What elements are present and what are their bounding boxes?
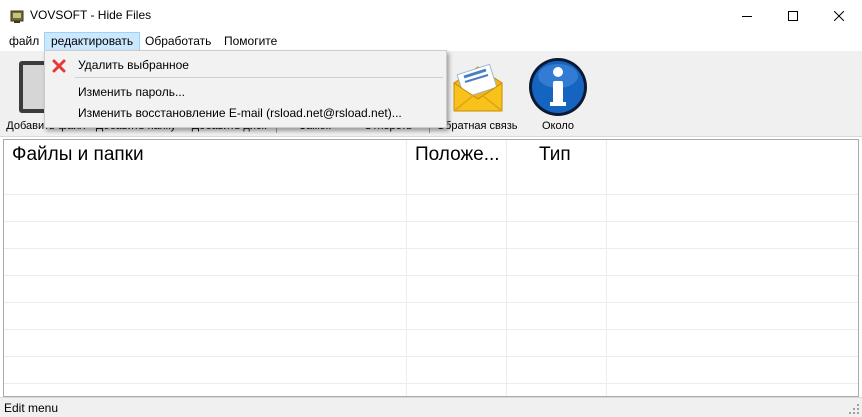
menu-help[interactable]: Помогите [218,32,283,51]
column-header-files[interactable]: Файлы и папки [4,140,407,170]
delete-x-icon [52,59,66,73]
menu-item-change-password[interactable]: Изменить пароль... [45,81,446,103]
menu-separator [75,77,443,78]
row-divider [4,221,858,222]
window-title: VOVSOFT - Hide Files [30,8,152,22]
menu-bar: файл редактировать Обработать Помогите [0,31,862,51]
row-divider [4,329,858,330]
menu-item-change-recovery-email[interactable]: Изменить восстановление E-mail (rsload.n… [45,102,446,124]
menu-item-delete-selected[interactable]: Удалить выбранное [45,54,446,76]
column-divider [406,140,407,396]
minimize-icon [742,15,752,17]
row-divider [4,248,858,249]
column-header-type[interactable]: Тип [507,140,607,170]
minimize-button[interactable] [724,0,770,31]
status-bar: Edit menu [0,397,862,417]
row-divider [4,383,858,384]
menu-item-change-password-label: Изменить пароль... [78,85,185,99]
menu-item-delete-selected-label: Удалить выбранное [78,58,189,72]
row-divider [4,194,858,195]
edit-dropdown-menu: Удалить выбранное Изменить пароль... Изм… [44,50,447,128]
close-button[interactable] [816,0,862,31]
column-divider [606,140,607,396]
files-table[interactable]: Файлы и папки Положе... Тип [3,139,859,397]
column-header-location[interactable]: Положе... [407,140,507,170]
row-divider [4,302,858,303]
menu-item-change-recovery-email-label: Изменить восстановление E-mail (rsload.n… [78,106,402,120]
menu-process[interactable]: Обработать [139,32,217,51]
menu-file[interactable]: файл [3,32,45,51]
info-icon [529,58,587,116]
status-text: Edit menu [4,401,59,415]
menu-edit[interactable]: редактировать [44,32,141,51]
app-icon [10,10,24,23]
row-divider [4,356,858,357]
column-divider [506,140,507,396]
row-divider [4,275,858,276]
close-icon [834,10,844,21]
resize-grip-icon[interactable] [848,403,860,415]
maximize-icon [788,10,798,21]
feedback-envelope-icon [453,63,503,112]
about-button[interactable]: Около [522,51,594,137]
maximize-button[interactable] [770,0,816,31]
title-bar: VOVSOFT - Hide Files [0,0,862,31]
about-label: Около [541,120,575,132]
